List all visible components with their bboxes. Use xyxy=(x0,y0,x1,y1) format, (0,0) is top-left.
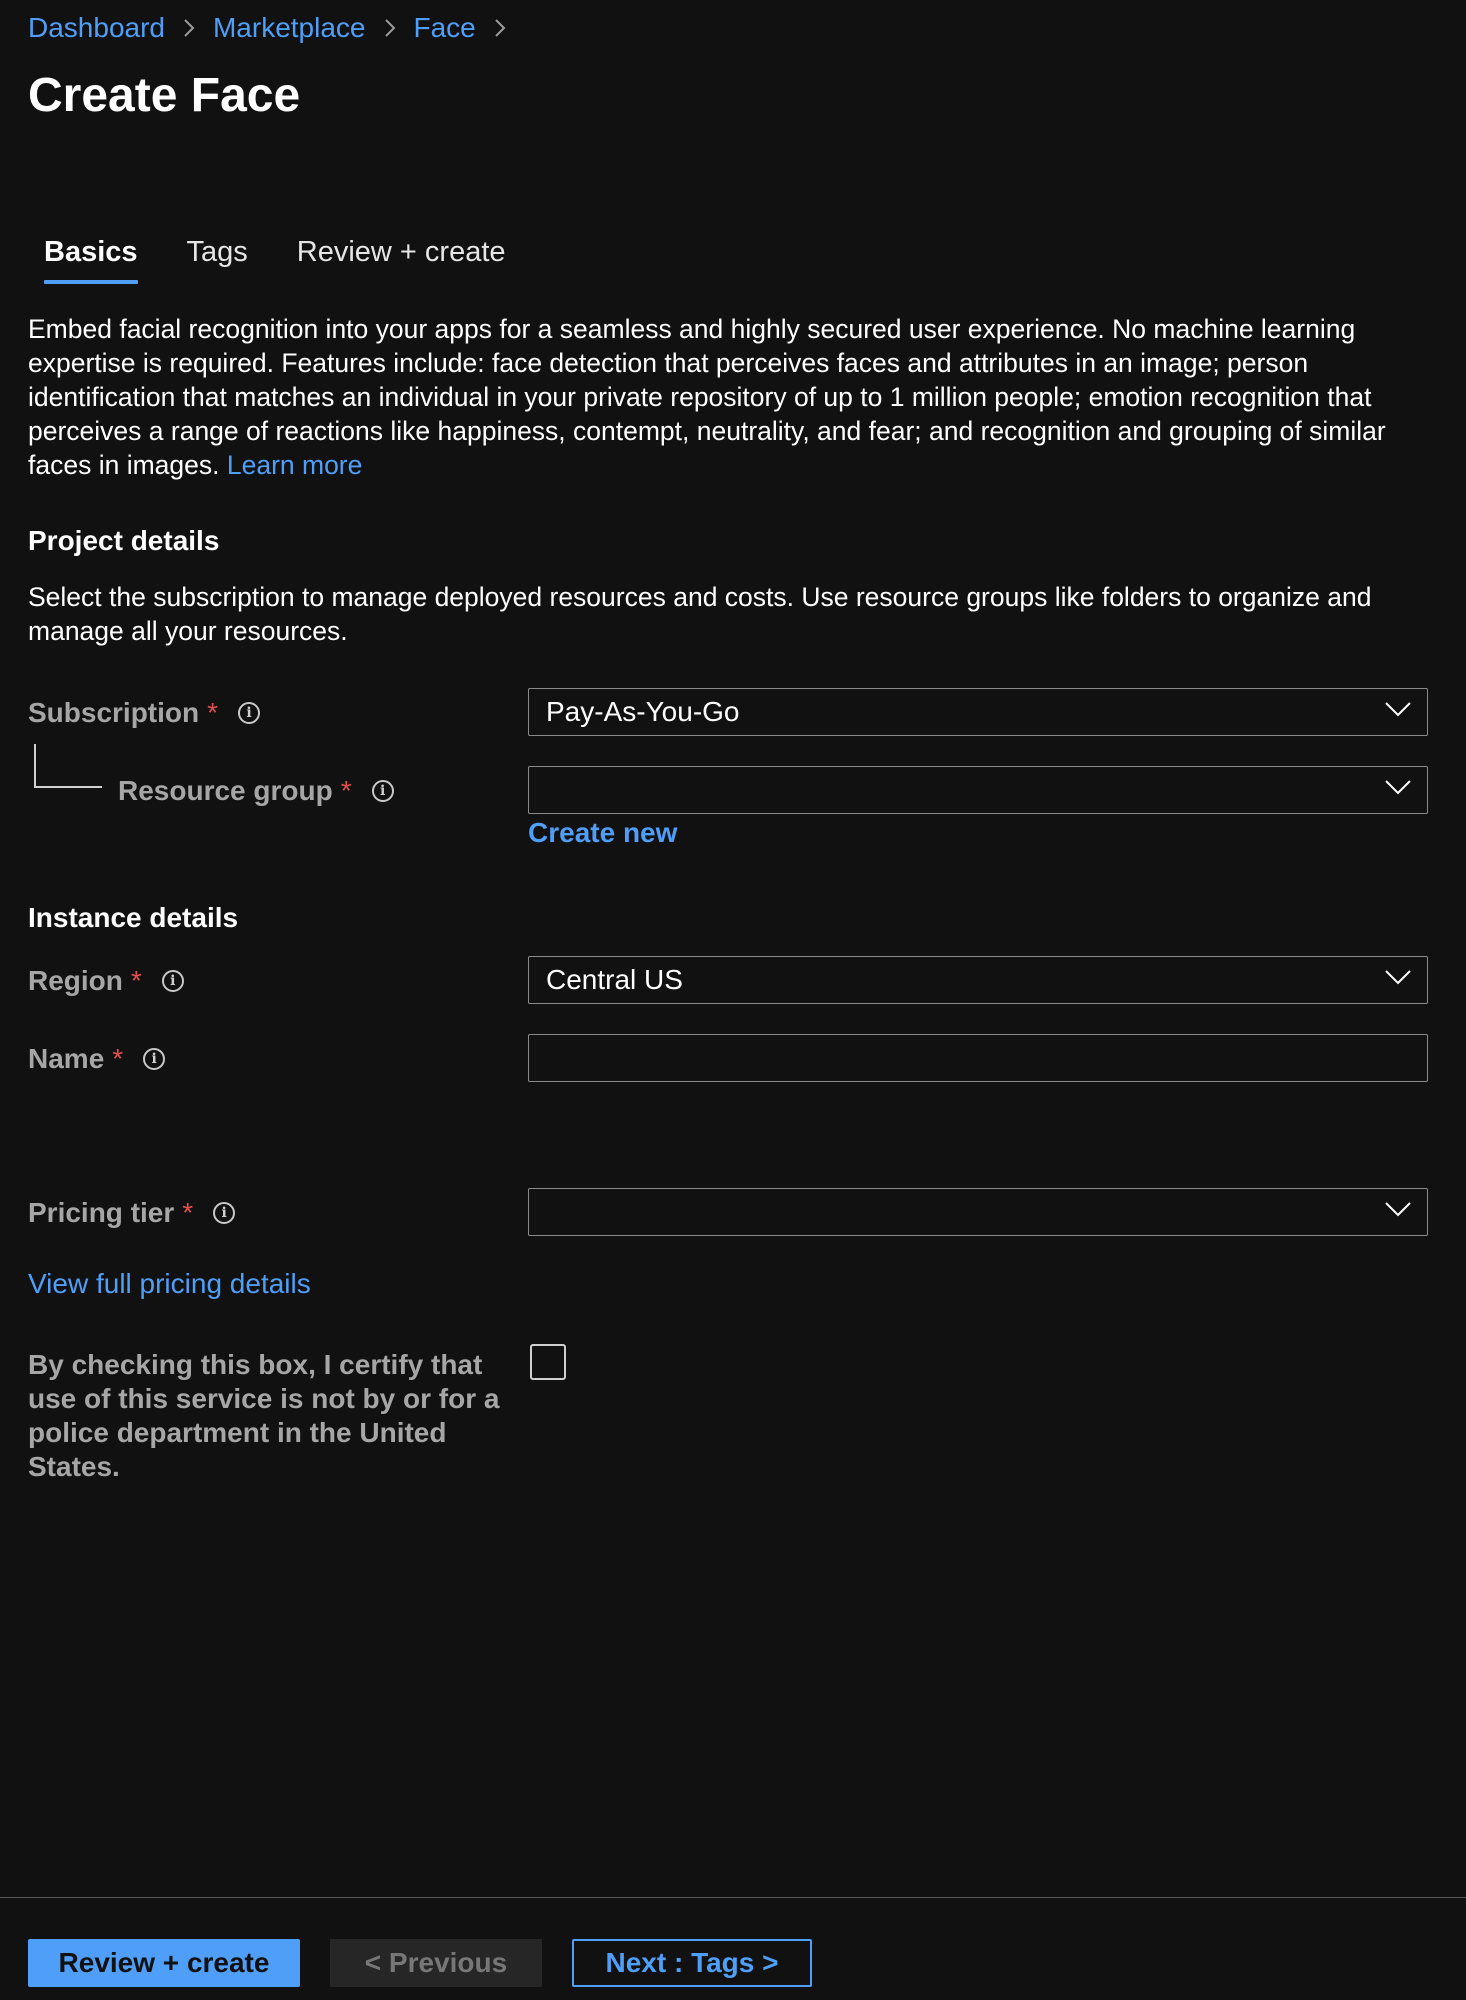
pricing-tier-label: Pricing tier * i xyxy=(28,1195,236,1231)
name-input[interactable] xyxy=(528,1034,1428,1082)
chevron-down-icon xyxy=(1385,701,1411,717)
tab-bar: Basics Tags Review + create xyxy=(28,228,539,284)
resource-group-dropdown[interactable] xyxy=(528,766,1428,814)
chevron-right-icon xyxy=(384,18,396,38)
required-asterisk: * xyxy=(340,775,352,806)
footer-divider xyxy=(0,1897,1466,1898)
name-label-text: Name xyxy=(28,1043,105,1074)
region-label: Region * i xyxy=(28,963,184,999)
resource-group-label: Resource group * i xyxy=(118,773,394,809)
service-description: Embed facial recognition into your apps … xyxy=(28,312,1440,482)
certify-label: By checking this box, I certify that use… xyxy=(28,1349,500,1482)
pricing-tier-label-text: Pricing tier xyxy=(28,1197,175,1228)
tab-basics[interactable]: Basics xyxy=(28,228,154,284)
required-asterisk: * xyxy=(182,1197,194,1228)
create-face-page: Dashboard Marketplace Face Create Face B… xyxy=(0,0,1466,2000)
tab-tags[interactable]: Tags xyxy=(171,228,264,284)
chevron-down-icon xyxy=(1385,1201,1411,1217)
subscription-dropdown[interactable]: Pay-As-You-Go xyxy=(528,688,1428,736)
review-create-button[interactable]: Review + create xyxy=(28,1939,300,1987)
subscription-label: Subscription * i xyxy=(28,695,261,731)
region-dropdown[interactable]: Central US xyxy=(528,956,1428,1004)
info-icon[interactable]: i xyxy=(371,780,394,802)
chevron-right-icon xyxy=(494,18,506,38)
info-icon[interactable]: i xyxy=(161,970,184,992)
tab-review-create[interactable]: Review + create xyxy=(281,228,522,284)
breadcrumb-marketplace-link[interactable]: Marketplace xyxy=(213,10,366,46)
instance-details-heading: Instance details xyxy=(28,902,239,933)
required-asterisk: * xyxy=(207,697,219,728)
region-label-text: Region xyxy=(28,965,123,996)
name-label: Name * i xyxy=(28,1041,166,1077)
chevron-down-icon xyxy=(1385,779,1411,795)
project-details-heading: Project details xyxy=(28,525,220,556)
breadcrumb-dashboard-link[interactable]: Dashboard xyxy=(28,10,165,46)
breadcrumb-face-link[interactable]: Face xyxy=(414,10,476,46)
info-icon[interactable]: i xyxy=(238,702,261,724)
certify-checkbox[interactable] xyxy=(530,1344,566,1380)
info-icon[interactable]: i xyxy=(143,1048,166,1070)
subscription-label-text: Subscription xyxy=(28,697,200,728)
required-asterisk: * xyxy=(112,1043,124,1074)
required-asterisk: * xyxy=(130,965,142,996)
chevron-down-icon xyxy=(1385,969,1411,985)
pricing-tier-dropdown[interactable] xyxy=(528,1188,1428,1236)
info-icon[interactable]: i xyxy=(213,1202,236,1224)
region-value: Central US xyxy=(546,964,683,995)
previous-button[interactable]: < Previous xyxy=(330,1939,542,1987)
tree-connector xyxy=(34,744,102,788)
breadcrumb: Dashboard Marketplace Face xyxy=(28,10,524,46)
subscription-value: Pay-As-You-Go xyxy=(546,696,740,727)
next-tags-button[interactable]: Next : Tags > xyxy=(572,1939,812,1987)
resource-group-label-text: Resource group xyxy=(118,775,333,806)
project-details-description: Select the subscription to manage deploy… xyxy=(28,582,1372,646)
chevron-right-icon xyxy=(183,18,195,38)
page-title: Create Face xyxy=(28,69,301,122)
learn-more-link[interactable]: Learn more xyxy=(227,450,363,480)
create-new-resource-group-link[interactable]: Create new xyxy=(528,815,677,851)
view-pricing-details-link[interactable]: View full pricing details xyxy=(28,1266,311,1302)
